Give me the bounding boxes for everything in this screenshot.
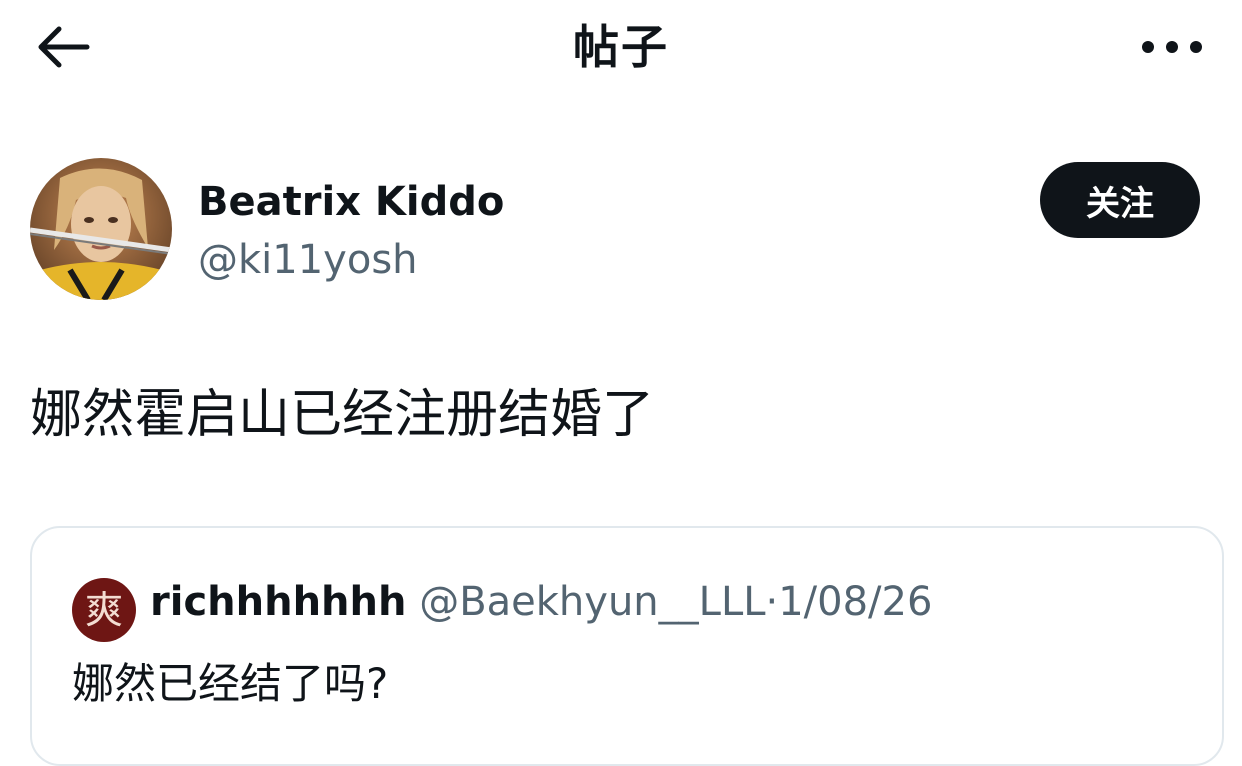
separator-dot: · <box>765 579 779 625</box>
quoted-post-text: 娜然已经结了吗? <box>72 659 389 708</box>
author-handle[interactable]: @ki11yosh <box>198 234 418 286</box>
quoted-display-name[interactable]: richhhhhhh <box>150 579 406 625</box>
author-display-name[interactable]: Beatrix Kiddo <box>198 176 504 228</box>
avatar[interactable] <box>30 158 172 300</box>
post-author-row: Beatrix Kiddo @ki11yosh 关注 <box>0 150 1242 310</box>
more-options-button[interactable] <box>1132 18 1212 76</box>
page-title: 帖子 <box>573 20 669 74</box>
more-horizontal-icon <box>1142 41 1202 53</box>
quoted-date: 1/08/26 <box>778 579 933 625</box>
quoted-avatar[interactable]: 爽 <box>72 578 136 642</box>
follow-button[interactable]: 关注 <box>1040 162 1200 238</box>
post-text: 娜然霍启山已经注册结婚了 <box>30 385 655 445</box>
avatar-image <box>30 158 172 300</box>
quoted-post-card[interactable]: 爽 richhhhhhh @Baekhyun__LLL·1/08/26 娜然已经… <box>30 526 1224 766</box>
top-bar: 帖子 <box>0 0 1242 100</box>
quoted-author-line: richhhhhhh @Baekhyun__LLL·1/08/26 <box>150 574 932 630</box>
quoted-handle[interactable]: @Baekhyun__LLL <box>419 579 765 625</box>
